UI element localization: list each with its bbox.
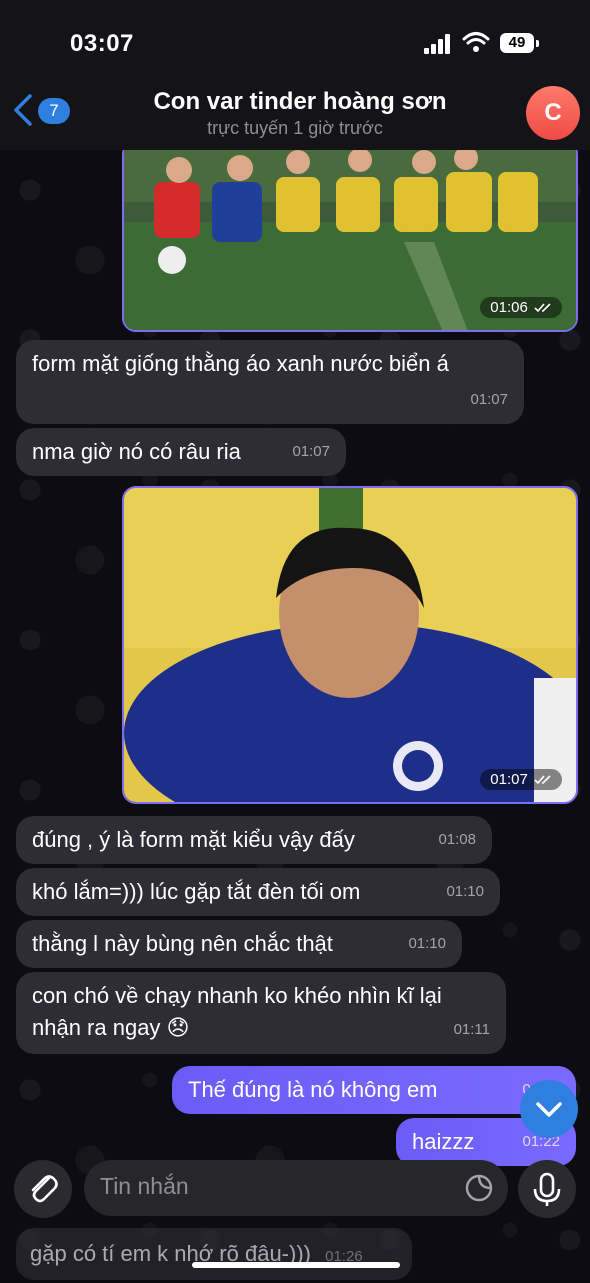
message-text: Thế đúng là nó không em bbox=[188, 1077, 438, 1102]
message-bubble-incoming[interactable]: khó lắm=))) lúc gặp tắt đèn tối om 01:10 bbox=[16, 868, 500, 916]
message-bubble-incoming[interactable]: nma giờ nó có râu ria 01:07 bbox=[16, 428, 346, 476]
message-timestamp: 01:10 bbox=[408, 935, 446, 952]
message-timestamp: 01:07 bbox=[470, 391, 508, 408]
message-bubble-incoming[interactable]: thằng l này bùng nên chắc thật 01:10 bbox=[16, 920, 462, 968]
read-check-icon bbox=[534, 775, 551, 785]
message-timestamp: 01:08 bbox=[438, 831, 476, 848]
message-timestamp: 01:10 bbox=[446, 883, 484, 900]
scroll-down-button[interactable] bbox=[520, 1080, 578, 1138]
message-text: khó lắm=))) lúc gặp tắt đèn tối om bbox=[32, 879, 361, 904]
read-check-icon bbox=[534, 303, 551, 313]
attach-button[interactable] bbox=[14, 1160, 72, 1218]
sticker-icon[interactable] bbox=[464, 1173, 494, 1203]
back-button[interactable]: 7 bbox=[8, 88, 70, 132]
paperclip-icon bbox=[31, 1175, 58, 1203]
message-bubble-incoming[interactable]: con chó về chạy nhanh ko khéo nhìn kĩ lạ… bbox=[16, 972, 506, 1054]
avatar[interactable]: C bbox=[526, 86, 580, 140]
message-timestamp: 01:11 bbox=[453, 1021, 490, 1038]
chat-title[interactable]: Con var tinder hoàng sơn bbox=[100, 88, 500, 116]
message-bubble-incoming[interactable]: form mặt giống thằng áo xanh nước biển á… bbox=[16, 340, 524, 424]
message-timestamp: 01:07 bbox=[480, 769, 562, 790]
message-timestamp: 01:06 bbox=[480, 297, 562, 318]
message-text: nma giờ nó có râu ria bbox=[32, 439, 241, 464]
message-bubble-outgoing[interactable]: Thế đúng là nó không em 01:22 bbox=[172, 1066, 576, 1114]
photo-message-team[interactable]: 01:06 bbox=[122, 140, 578, 332]
wifi-icon bbox=[462, 32, 490, 52]
message-bubble-incoming[interactable]: đúng , ý là form mặt kiểu vậy đấy 01:08 bbox=[16, 816, 492, 864]
unread-badge: 7 bbox=[38, 98, 70, 124]
photo-message-portrait[interactable]: 01:07 bbox=[122, 486, 578, 804]
chevron-left-icon bbox=[14, 94, 32, 126]
message-bubble-incoming[interactable]: gặp có tí em k nhớ rõ đâu-))) 01:26 bbox=[16, 1228, 412, 1280]
message-text: đúng , ý là form mặt kiểu vậy đấy bbox=[32, 827, 355, 852]
message-text: thằng l này bùng nên chắc thật bbox=[32, 931, 333, 956]
portrait-photo-image bbox=[124, 488, 576, 802]
microphone-icon bbox=[533, 1172, 561, 1206]
chat-header: 7 Con var tinder hoàng sơn trực tuyến 1 … bbox=[0, 78, 590, 150]
voice-message-button[interactable] bbox=[518, 1160, 576, 1218]
message-text: con chó về chạy nhanh ko khéo nhìn kĩ lạ… bbox=[32, 983, 442, 1040]
battery-icon: 49 bbox=[500, 33, 539, 53]
status-time: 03:07 bbox=[70, 30, 134, 57]
chevron-down-icon bbox=[536, 1102, 562, 1117]
message-input[interactable]: Tin nhắn bbox=[84, 1160, 508, 1216]
home-indicator bbox=[192, 1262, 400, 1268]
message-input-placeholder: Tin nhắn bbox=[100, 1173, 189, 1199]
message-list[interactable]: 01:06 form mặt giống thằng áo xanh nước … bbox=[0, 0, 590, 1280]
status-bar: 03:07 49 bbox=[0, 0, 590, 88]
chat-status: trực tuyến 1 giờ trước bbox=[207, 118, 383, 138]
message-timestamp: 01:07 bbox=[292, 443, 330, 460]
message-text: haizzz bbox=[412, 1129, 475, 1154]
signal-icon bbox=[424, 34, 452, 54]
message-text: form mặt giống thằng áo xanh nước biển á bbox=[32, 351, 449, 376]
